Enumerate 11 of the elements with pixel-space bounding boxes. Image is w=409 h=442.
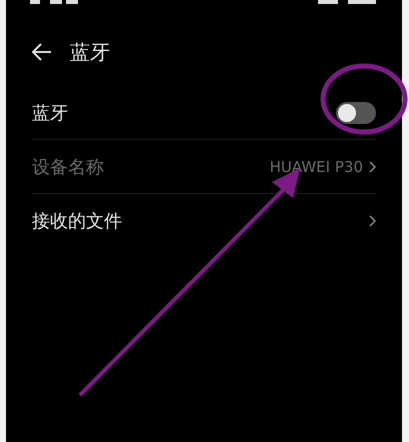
settings-row[interactable]: 蓝牙 (32, 86, 376, 140)
bluetooth-toggle[interactable] (336, 102, 376, 124)
chevron-right-icon (369, 214, 376, 226)
setting-label: 蓝牙 (32, 102, 68, 124)
settings-row[interactable]: 接收的文件 (32, 194, 376, 247)
setting-label: 接收的文件 (32, 210, 122, 232)
setting-value: HUAWEI P30 (270, 158, 363, 176)
chevron-right-icon (369, 160, 376, 172)
setting-label: 设备名称 (32, 156, 104, 178)
back-arrow-icon[interactable] (32, 43, 52, 61)
page-title: 蓝牙 (70, 38, 110, 66)
